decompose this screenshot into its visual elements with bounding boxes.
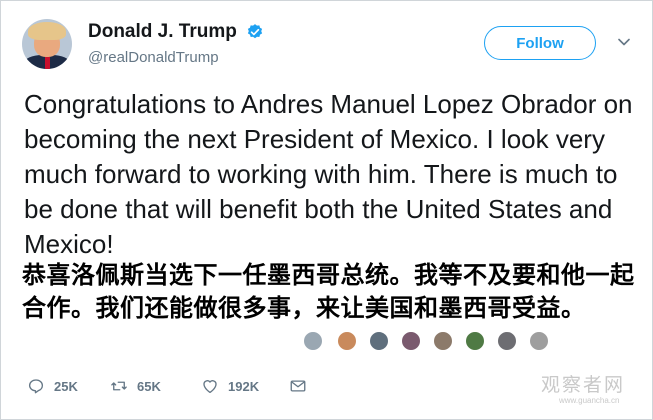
retweet-count: 65K — [137, 378, 161, 394]
tweet-text: Congratulations to Andres Manuel Lopez O… — [24, 89, 633, 259]
liker-avatar[interactable] — [465, 331, 485, 351]
retweet-action[interactable]: 65K — [110, 375, 161, 397]
avatar-tie — [45, 57, 50, 69]
verified-badge-icon — [247, 24, 263, 39]
chinese-caption: 恭喜洛佩斯当选下一任墨西哥总统。我等不及要和他一起合作。我们还能做很多事，来让美… — [22, 261, 635, 322]
follow-button[interactable]: Follow — [484, 26, 596, 60]
chevron-down-icon[interactable] — [618, 38, 630, 46]
liker-avatar[interactable] — [433, 331, 453, 351]
tweet-card: Donald J. Trump @realDonaldTrump Follow … — [0, 0, 653, 420]
like-count: 192K — [228, 378, 260, 394]
reply-icon — [28, 379, 44, 394]
retweet-icon — [111, 381, 127, 391]
envelope-icon — [290, 380, 306, 392]
message-action[interactable] — [289, 375, 307, 397]
watermark: 观察者网 www.guancha.cn — [541, 370, 625, 405]
liker-avatar[interactable] — [401, 331, 421, 351]
liker-avatar[interactable] — [529, 331, 549, 351]
reply-action[interactable]: 25K — [27, 375, 78, 397]
liker-avatar[interactable] — [369, 331, 389, 351]
heart-icon — [203, 380, 217, 394]
watermark-name: 观察者网 — [541, 374, 626, 396]
avatar[interactable] — [22, 19, 72, 69]
display-name[interactable]: Donald J. Trump — [88, 21, 237, 43]
watermark-url: www.guancha.cn — [559, 396, 620, 405]
user-handle[interactable]: @realDonaldTrump — [88, 49, 219, 66]
avatar-hair — [28, 22, 66, 40]
liker-avatar[interactable] — [337, 331, 357, 351]
liker-avatar[interactable] — [303, 331, 323, 351]
reply-count: 25K — [54, 378, 78, 394]
liker-avatars[interactable] — [303, 331, 553, 351]
liker-avatar[interactable] — [497, 331, 517, 351]
like-action[interactable]: 192K — [201, 375, 259, 397]
